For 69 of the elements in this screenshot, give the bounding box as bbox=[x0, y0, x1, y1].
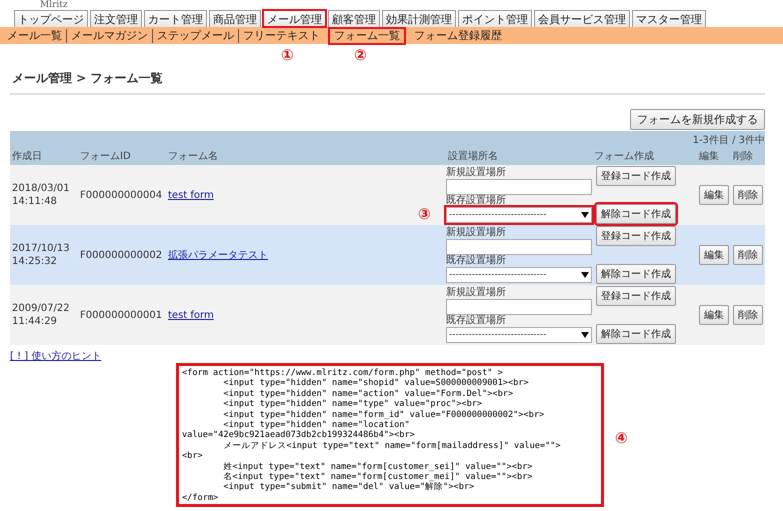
page-title: メール管理 > フォーム一覧 bbox=[10, 66, 765, 95]
register-code-button[interactable]: 登録コード作成 bbox=[596, 166, 676, 186]
form-name-link[interactable]: 拡張パラメータテスト bbox=[168, 250, 268, 261]
date-text: 2018/03/01 14:11:48 bbox=[12, 183, 70, 207]
column-header: フォーム作成 bbox=[594, 151, 654, 162]
location-dropdown[interactable]: ------------------------------ bbox=[446, 206, 592, 222]
logo-text: Mlritz bbox=[39, 0, 69, 10]
nav-tab[interactable]: 顧客管理 bbox=[328, 10, 380, 27]
nav-tab[interactable]: 会員サービス管理 bbox=[534, 10, 630, 27]
delete-button[interactable]: 削除 bbox=[733, 185, 763, 205]
pagination-text: 1-3件目 / 3件中 bbox=[692, 135, 765, 146]
column-header: 作成日 bbox=[12, 151, 42, 162]
form-id-text: F000000000002 bbox=[80, 250, 162, 260]
sub-nav-link[interactable]: メール一覧 bbox=[3, 28, 67, 42]
sub-nav-link[interactable]: ステップメール bbox=[153, 28, 239, 42]
field-label: 新規設置場所 bbox=[446, 226, 507, 238]
dropdown-arrow-icon bbox=[581, 210, 589, 218]
edit-button[interactable]: 編集 bbox=[699, 185, 729, 205]
field-label: 新規設置場所 bbox=[446, 286, 507, 298]
sub-nav-link[interactable]: フリーテキスト bbox=[239, 28, 324, 42]
column-header: フォームID bbox=[80, 151, 131, 162]
nav-tab[interactable]: メール管理 bbox=[263, 10, 326, 27]
callout-number: ① bbox=[281, 46, 294, 64]
nav-tab[interactable]: 効果計測管理 bbox=[382, 10, 456, 27]
location-dropdown[interactable]: ------------------------------ bbox=[446, 266, 592, 282]
location-input-field[interactable] bbox=[446, 298, 592, 314]
callout-number: ② bbox=[354, 46, 367, 64]
date-text: 2017/10/13 14:25:32 bbox=[12, 243, 70, 267]
field-label: 既存設置場所 bbox=[446, 314, 507, 326]
column-header: フォーム名 bbox=[168, 151, 218, 162]
nav-tab[interactable]: ポイント管理 bbox=[458, 10, 532, 27]
nav-tab[interactable]: 注文管理 bbox=[90, 10, 142, 27]
nav-tab[interactable]: カート管理 bbox=[144, 10, 207, 27]
dropdown-arrow-icon bbox=[581, 270, 589, 278]
location-input-field[interactable] bbox=[446, 178, 592, 194]
edit-button[interactable]: 編集 bbox=[699, 245, 729, 265]
field-label: 新規設置場所 bbox=[446, 166, 507, 178]
nav-tab[interactable]: トップページ bbox=[14, 10, 88, 27]
form-id-text: F000000000004 bbox=[80, 190, 162, 200]
sub-nav-link[interactable]: メールマガジン bbox=[67, 28, 153, 42]
register-code-button[interactable]: 登録コード作成 bbox=[596, 226, 676, 246]
column-header: 編集 bbox=[699, 151, 719, 162]
sub-nav-link[interactable]: フォーム登録履歴 bbox=[410, 28, 506, 42]
delete-button[interactable]: 削除 bbox=[733, 245, 763, 265]
edit-button[interactable]: 編集 bbox=[699, 305, 729, 325]
field-label: 既存設置場所 bbox=[446, 194, 507, 206]
register-code-button[interactable]: 登録コード作成 bbox=[596, 286, 676, 306]
form-id-text: F000000000001 bbox=[80, 310, 162, 320]
column-header: 設置場所名 bbox=[448, 151, 498, 162]
date-text: 2009/07/22 11:44:29 bbox=[12, 303, 70, 327]
callout-number: ④ bbox=[615, 429, 628, 447]
callout-number: ③ bbox=[418, 205, 431, 223]
nav-tab[interactable]: マスター管理 bbox=[632, 10, 706, 27]
location-input-field[interactable] bbox=[446, 238, 592, 254]
nav-tab[interactable]: 商品管理 bbox=[209, 10, 261, 27]
column-header: 削除 bbox=[733, 151, 753, 162]
form-name-link[interactable]: test form bbox=[168, 190, 214, 200]
cancel-code-button[interactable]: 解除コード作成 bbox=[596, 324, 676, 344]
cancel-code-button[interactable]: 解除コード作成 bbox=[596, 204, 676, 224]
sub-nav-link[interactable]: フォーム一覧 bbox=[330, 28, 404, 42]
field-label: 既存設置場所 bbox=[446, 254, 507, 266]
hint-link[interactable]: [ ! ] 使い方のヒント bbox=[10, 351, 102, 362]
code-text-box: <form action="https://www.mlritz.com/form.php" method="post" > <input type="hidden" name="shopid" value=S000000009001><br> <input type="hidden" name="action" value="Form.Del"><br> <input type="hidden" name="type" value="proc"><br> <input type="hidden" name="form_id" value="F000000000002"><br> <input type="hidden" name="location" value="42e9bc921aead073db2cb199324486b4"><br> メールアドレス<input type="text" name="form[mailaddress]" value=""> <br> 姓<input type="text" name="form[customer_sei]" value=""><br> 名<input type="text" name="form[customer_mei]" value=""><br> <input type="submit" name="del" value="解除"><br> </form> bbox=[176, 363, 604, 507]
delete-button[interactable]: 削除 bbox=[733, 305, 763, 325]
form-name-link[interactable]: test form bbox=[168, 310, 214, 320]
new-form-button[interactable]: フォームを新規作成する bbox=[630, 109, 765, 130]
location-dropdown[interactable]: ------------------------------ bbox=[446, 326, 592, 342]
cancel-code-button[interactable]: 解除コード作成 bbox=[596, 264, 676, 284]
dropdown-arrow-icon bbox=[581, 330, 589, 338]
